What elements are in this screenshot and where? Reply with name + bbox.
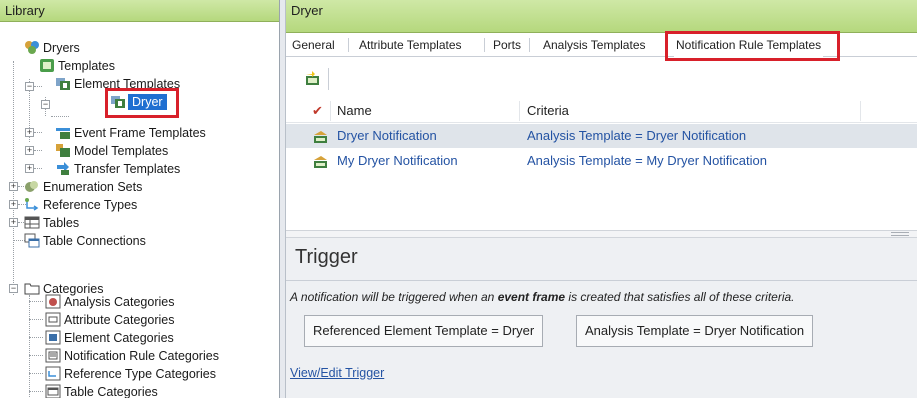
expand-toggle[interactable]: + xyxy=(9,200,18,209)
event-frame-templates-icon xyxy=(55,125,71,140)
tree-item-templates[interactable]: Templates xyxy=(39,56,115,74)
detail-toolbar xyxy=(286,58,917,98)
expand-toggle[interactable]: + xyxy=(25,164,34,173)
tables-icon xyxy=(24,215,40,230)
tree-item-transfer-templates[interactable]: Transfer Templates xyxy=(55,159,180,177)
tree-item-notification-rule-categories[interactable]: Notification Rule Categories xyxy=(45,346,219,364)
column-header-name[interactable]: Name xyxy=(337,99,372,123)
notification-rule-icon xyxy=(312,124,329,148)
tree-item-label: Model Templates xyxy=(74,143,169,158)
analysis-categories-icon xyxy=(45,294,61,309)
trigger-criterion-chip[interactable]: Referenced Element Template = Dryer xyxy=(304,315,544,347)
tree-item-label: Analysis Categories xyxy=(64,294,175,309)
table-categories-icon xyxy=(45,384,61,398)
collapse-toggle[interactable]: − xyxy=(9,284,18,293)
table-row[interactable]: My Dryer Notification Analysis Template … xyxy=(286,149,917,173)
tree-item-dryers[interactable]: Dryers xyxy=(24,38,80,56)
tree-item-element-categories[interactable]: Element Categories xyxy=(45,328,174,346)
table-connections-icon xyxy=(24,233,40,248)
tree-item-table-connections[interactable]: Table Connections xyxy=(24,231,146,249)
tree-item-label: Transfer Templates xyxy=(74,161,181,176)
tree-item-label: Tables xyxy=(43,215,80,230)
tree-item-reference-types[interactable]: Reference Types xyxy=(24,195,137,213)
expand-toggle[interactable]: + xyxy=(25,128,34,137)
highlight-box-dryer xyxy=(105,88,179,118)
library-tree: Dryers − Templates − Element Templates D… xyxy=(0,22,279,398)
tree-item-label: Dryers xyxy=(43,40,80,55)
tree-item-label: Element Categories xyxy=(64,330,174,345)
reference-types-icon xyxy=(24,197,40,212)
tree-item-analysis-categories[interactable]: Analysis Categories xyxy=(45,292,174,310)
attribute-categories-icon xyxy=(45,312,61,327)
tree-item-label: Enumeration Sets xyxy=(43,179,143,194)
tree-item-label: Templates xyxy=(58,58,115,73)
tree-item-label: Notification Rule Categories xyxy=(64,348,219,363)
new-notification-rule-icon xyxy=(306,71,319,85)
library-panel: Library Dryers − Templates − Element Tem… xyxy=(0,0,280,398)
tree-item-label: Attribute Categories xyxy=(64,312,175,327)
enumeration-sets-icon xyxy=(24,179,40,194)
trigger-desc-before: A notification will be triggered when an xyxy=(290,290,498,304)
trigger-description: A notification will be triggered when an… xyxy=(290,290,795,304)
view-edit-trigger-link[interactable]: View/Edit Trigger xyxy=(290,366,384,380)
pane-splitter[interactable] xyxy=(286,230,917,238)
element-categories-icon xyxy=(45,330,61,345)
expand-toggle[interactable]: + xyxy=(25,146,34,155)
splitter-grip-icon xyxy=(891,232,909,236)
tree-item-tables[interactable]: Tables xyxy=(24,213,79,231)
detail-header: Dryer xyxy=(286,0,917,33)
trigger-criterion-chip[interactable]: Analysis Template = Dryer Notification xyxy=(576,315,814,347)
model-templates-icon xyxy=(55,143,71,158)
tree-item-attribute-categories[interactable]: Attribute Categories xyxy=(45,310,174,328)
checkmark-icon: ✔ xyxy=(312,103,323,118)
element-templates-icon xyxy=(55,76,71,91)
tree-item-table-categories[interactable]: Table Categories xyxy=(45,382,158,398)
new-notification-rule-button[interactable] xyxy=(304,70,322,88)
notification-rule-icon xyxy=(312,149,329,173)
expand-toggle[interactable]: + xyxy=(9,218,18,227)
expand-toggle[interactable]: + xyxy=(9,182,18,191)
highlight-box-notification-tab xyxy=(665,31,840,61)
grid-header: ✔ Name Criteria xyxy=(286,99,917,123)
database-icon xyxy=(24,40,40,55)
reference-type-categories-icon xyxy=(45,366,61,381)
tree-item-label: Reference Types xyxy=(43,197,138,212)
table-row[interactable]: Dryer Notification Analysis Template = D… xyxy=(286,124,917,148)
trigger-title: Trigger xyxy=(295,246,358,268)
trigger-desc-bold: event frame xyxy=(497,290,566,304)
tab-analysis-templates[interactable]: Analysis Templates xyxy=(541,33,648,57)
collapse-toggle[interactable]: − xyxy=(25,82,34,91)
library-header: Library xyxy=(0,0,279,22)
tab-ports[interactable]: Ports xyxy=(491,33,523,57)
detail-panel: Dryer General Attribute Templates Ports … xyxy=(286,0,917,398)
templates-icon xyxy=(39,58,55,73)
row-name: Dryer Notification xyxy=(337,128,437,143)
tree-item-label: Event Frame Templates xyxy=(74,125,206,140)
row-name: My Dryer Notification xyxy=(337,153,458,168)
tree-item-enumeration-sets[interactable]: Enumeration Sets xyxy=(24,177,142,195)
folder-icon xyxy=(24,281,40,296)
tree-item-model-templates[interactable]: Model Templates xyxy=(55,141,168,159)
row-criteria: Analysis Template = Dryer Notification xyxy=(527,128,747,143)
transfer-templates-icon xyxy=(55,161,71,176)
tree-item-label: Reference Type Categories xyxy=(64,366,216,381)
collapse-toggle[interactable]: − xyxy=(41,100,50,109)
tree-item-reference-type-categories[interactable]: Reference Type Categories xyxy=(45,364,216,382)
row-criteria: Analysis Template = My Dryer Notificatio… xyxy=(527,153,767,168)
tab-attribute-templates[interactable]: Attribute Templates xyxy=(357,33,464,57)
tab-general[interactable]: General xyxy=(290,33,337,57)
tree-item-event-frame-templates[interactable]: Event Frame Templates xyxy=(55,123,206,141)
trigger-section: Trigger A notification will be triggered… xyxy=(286,238,917,398)
tree-item-label: Table Connections xyxy=(43,233,146,248)
notification-rule-categories-icon xyxy=(45,348,61,363)
trigger-desc-after: is created that satisfies all of these c… xyxy=(565,290,795,304)
column-header-criteria[interactable]: Criteria xyxy=(527,99,569,123)
tree-item-label: Table Categories xyxy=(64,384,158,398)
